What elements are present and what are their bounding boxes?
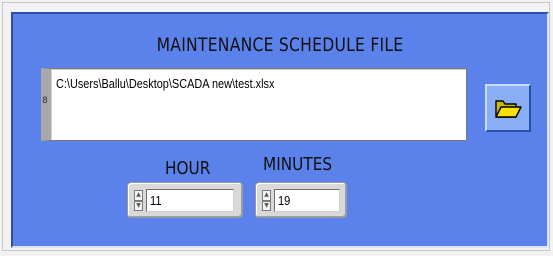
minutes-spinner: ▲ ▼ xyxy=(262,190,271,211)
minutes-decrement-button[interactable]: ▼ xyxy=(262,200,271,211)
minutes-control: ▲ ▼ 19 xyxy=(255,182,347,218)
hour-increment-button[interactable]: ▲ xyxy=(134,190,143,201)
file-path-text: C:\Users\Ballu\Desktop\SCADA new\test.xl… xyxy=(56,76,275,91)
maintenance-file-panel: MAINTENANCE SCHEDULE FILE 8 C:\Users\Bal… xyxy=(11,12,549,248)
minutes-value: 19 xyxy=(278,193,291,208)
folder-open-icon xyxy=(495,100,522,118)
hour-spinner: ▲ ▼ xyxy=(134,190,143,211)
minutes-input[interactable]: 19 xyxy=(274,189,340,212)
hour-label: HOUR xyxy=(165,158,211,179)
hour-value: 11 xyxy=(150,193,162,208)
hour-input[interactable]: 11 xyxy=(146,189,234,212)
panel-title: MAINTENANCE SCHEDULE FILE xyxy=(156,34,404,56)
minutes-increment-button[interactable]: ▲ xyxy=(262,190,271,201)
minutes-label: MINUTES xyxy=(263,154,333,175)
hour-control: ▲ ▼ 11 xyxy=(127,182,243,218)
hour-decrement-button[interactable]: ▼ xyxy=(134,200,143,211)
path-scroll-indicator: 8 xyxy=(42,96,48,106)
file-path-field[interactable]: 8 C:\Users\Ballu\Desktop\SCADA new\test.… xyxy=(41,68,467,141)
browse-folder-button[interactable] xyxy=(485,84,531,132)
